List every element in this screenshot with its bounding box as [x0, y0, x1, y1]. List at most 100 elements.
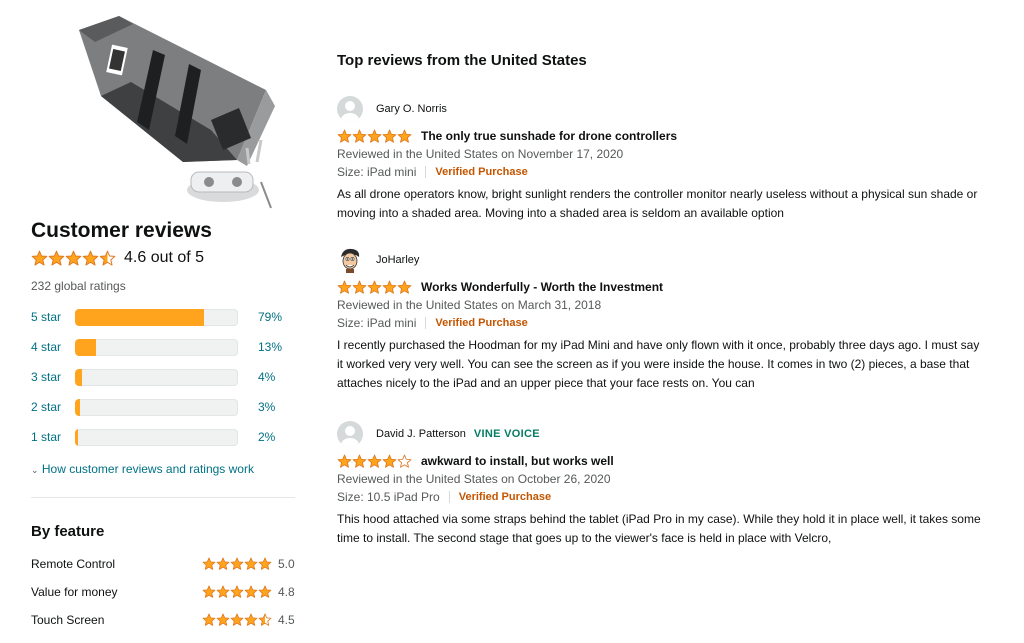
feature-row-value-for-money: Value for money 4.8	[31, 585, 299, 599]
star-icon	[352, 280, 367, 294]
star-icon	[202, 613, 216, 626]
default-avatar-icon[interactable]	[337, 96, 363, 122]
star-icon	[244, 613, 258, 626]
how-reviews-work-label[interactable]: How customer reviews and ratings work	[42, 462, 254, 476]
average-rating: 4.6 out of 5	[31, 249, 204, 267]
star-icon	[216, 557, 230, 570]
review-body: As all drone operators know, bright sunl…	[337, 187, 978, 220]
histogram-bar[interactable]	[75, 368, 238, 386]
histogram-percent[interactable]: 13%	[258, 340, 282, 354]
star-icon	[352, 454, 367, 468]
default-avatar-icon[interactable]	[337, 421, 363, 447]
histogram-percent[interactable]: 3%	[258, 400, 275, 414]
review-meta: Size: iPad mini Verified Purchase	[337, 165, 987, 179]
feature-stars-icon	[202, 613, 272, 627]
review-date: Reviewed in the United States on March 3…	[337, 298, 602, 312]
star-icon	[367, 280, 382, 294]
histogram-row-3[interactable]: 3 star 4%	[31, 368, 299, 386]
review-card: David J. Patterson VINE VOICE awkward to…	[337, 420, 987, 548]
star-icon	[230, 613, 244, 626]
how-reviews-work-link[interactable]: ⌄ How customer reviews and ratings work	[31, 462, 254, 476]
review-title[interactable]: awkward to install, but works well	[421, 454, 614, 468]
star-icon	[230, 557, 244, 570]
histogram-fill	[75, 368, 82, 386]
histogram-bar[interactable]	[75, 338, 238, 356]
star-icon	[337, 129, 352, 143]
star-icon	[367, 454, 382, 468]
review-title[interactable]: The only true sunshade for drone control…	[421, 129, 677, 143]
histogram-fill	[75, 308, 204, 326]
review-meta: Size: iPad mini Verified Purchase	[337, 316, 987, 330]
review-card: JoHarley Works Wonderfully - Worth the I…	[337, 246, 987, 393]
reviewer-profile[interactable]: Gary O. Norris	[337, 95, 987, 123]
review-size[interactable]: Size: iPad mini	[337, 165, 416, 179]
histogram-label[interactable]: 2 star	[31, 400, 75, 414]
review-title-row[interactable]: The only true sunshade for drone control…	[337, 128, 987, 144]
histogram-percent[interactable]: 4%	[258, 370, 275, 384]
histogram-fill	[75, 338, 97, 356]
divider	[448, 491, 450, 503]
reviewer-name[interactable]: David J. Patterson	[376, 428, 466, 440]
average-stars-icon	[31, 250, 116, 267]
feature-score: 5.0	[278, 557, 295, 571]
star-icon	[82, 250, 99, 266]
feature-stars-icon	[202, 557, 272, 571]
histogram-label[interactable]: 5 star	[31, 310, 75, 324]
star-icon	[202, 585, 216, 598]
histogram-row-2[interactable]: 2 star 3%	[31, 398, 299, 416]
review-size[interactable]: Size: iPad mini	[337, 316, 416, 330]
average-rating-text: 4.6 out of 5	[124, 249, 205, 266]
feature-name: Remote Control	[31, 557, 116, 571]
review-body: This hood attached via some straps behin…	[337, 512, 981, 545]
star-icon	[230, 585, 244, 598]
feature-stars-icon	[202, 585, 272, 599]
verified-purchase-badge: Verified Purchase	[435, 317, 528, 329]
reviewer-name[interactable]: JoHarley	[376, 254, 419, 266]
histogram-label[interactable]: 4 star	[31, 340, 75, 354]
vine-voice-badge[interactable]: VINE VOICE	[474, 428, 540, 440]
histogram-label[interactable]: 1 star	[31, 430, 75, 444]
star-icon	[397, 454, 412, 468]
review-title-row[interactable]: Works Wonderfully - Worth the Investment	[337, 279, 987, 295]
by-feature-heading: By feature	[31, 523, 105, 540]
cartoon-face-avatar-icon[interactable]	[337, 247, 363, 273]
star-icon	[367, 129, 382, 143]
histogram-bar[interactable]	[75, 428, 238, 446]
histogram-percent[interactable]: 79%	[258, 310, 282, 324]
histogram-percent[interactable]: 2%	[258, 430, 275, 444]
histogram-row-5[interactable]: 5 star 79%	[31, 308, 299, 326]
review-size[interactable]: Size: 10.5 iPad Pro	[337, 490, 440, 504]
star-icon	[397, 280, 412, 294]
divider	[31, 497, 295, 498]
histogram-row-4[interactable]: 4 star 13%	[31, 338, 299, 356]
feature-name: Value for money	[31, 585, 118, 599]
histogram-row-1[interactable]: 1 star 2%	[31, 428, 299, 446]
review-title-row[interactable]: awkward to install, but works well	[337, 453, 987, 469]
star-icon	[99, 250, 116, 266]
reviewer-profile[interactable]: David J. Patterson VINE VOICE	[337, 420, 987, 448]
star-icon	[31, 250, 48, 266]
reviewer-name[interactable]: Gary O. Norris	[376, 103, 447, 115]
review-stars-icon[interactable]	[337, 129, 412, 144]
verified-purchase-badge: Verified Purchase	[435, 166, 528, 178]
review-body: I recently purchased the Hoodman for my …	[337, 338, 980, 390]
review-date: Reviewed in the United States on October…	[337, 472, 611, 486]
reviewer-profile[interactable]: JoHarley	[337, 246, 987, 274]
star-icon	[244, 585, 258, 598]
review-title[interactable]: Works Wonderfully - Worth the Investment	[421, 280, 663, 294]
review-meta: Size: 10.5 iPad Pro Verified Purchase	[337, 490, 987, 504]
histogram-fill	[75, 428, 79, 446]
star-icon	[202, 557, 216, 570]
histogram-label[interactable]: 3 star	[31, 370, 75, 384]
star-icon	[258, 557, 272, 570]
review-stars-icon[interactable]	[337, 280, 412, 295]
verified-purchase-badge: Verified Purchase	[458, 491, 552, 503]
review-stars-icon[interactable]	[337, 454, 412, 469]
star-icon	[337, 454, 352, 468]
histogram-fill	[75, 398, 80, 416]
feature-name: Touch Screen	[31, 613, 105, 627]
histogram-bar[interactable]	[75, 308, 238, 326]
histogram-bar[interactable]	[75, 398, 238, 416]
top-reviews-heading: Top reviews from the United States	[337, 52, 587, 69]
star-icon	[382, 454, 397, 468]
